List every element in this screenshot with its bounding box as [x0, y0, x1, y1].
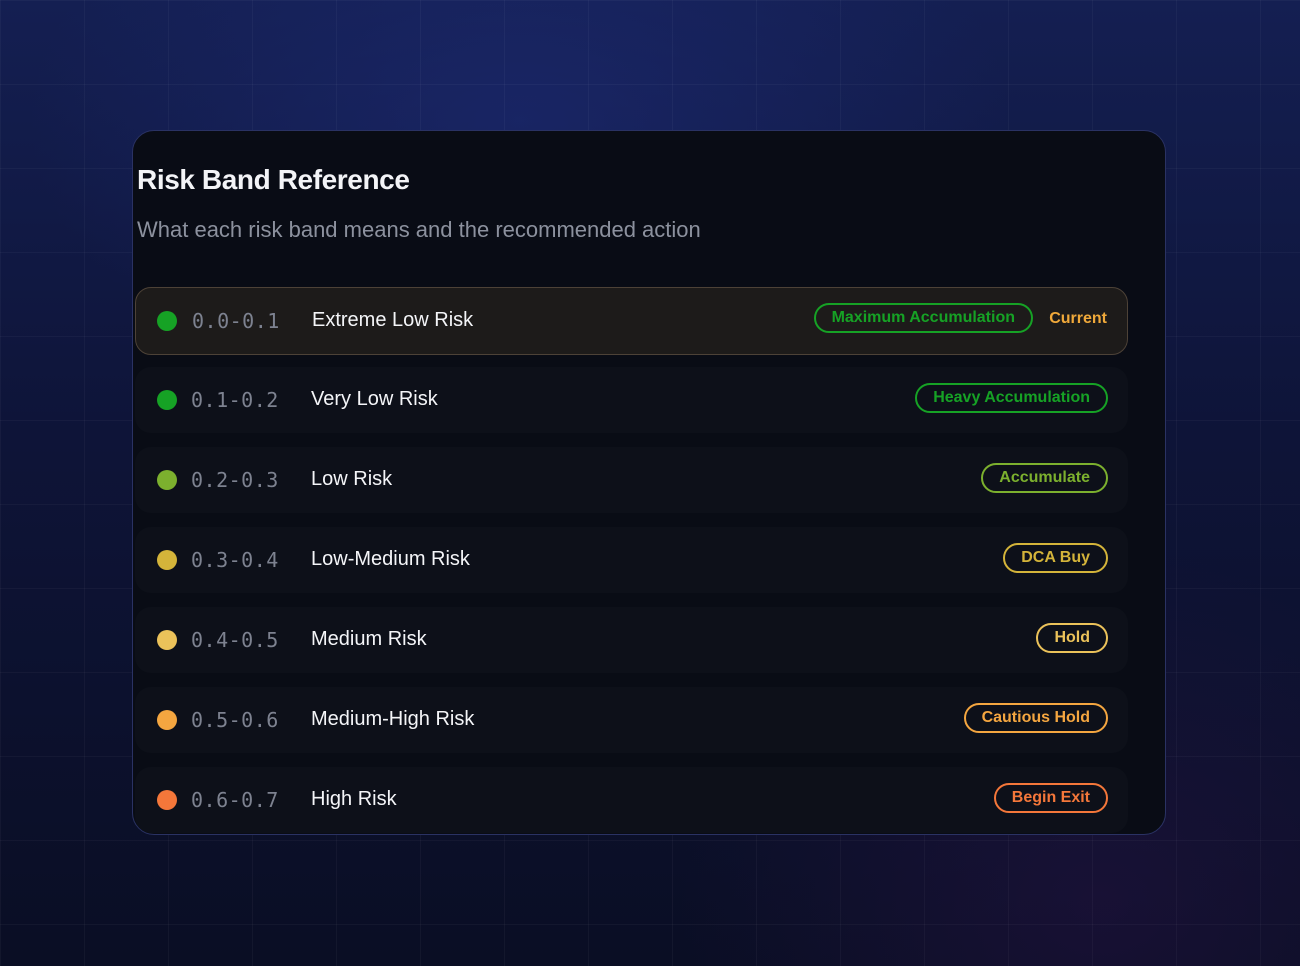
band-range: 0.6-0.7: [191, 788, 279, 812]
risk-band-row[interactable]: 0.5-0.6 Medium-High Risk Cautious Hold: [135, 687, 1128, 753]
band-name: High Risk: [311, 788, 397, 810]
status-dot-icon: [157, 311, 177, 331]
action-badge: Heavy Accumulation: [915, 383, 1108, 413]
status-dot-icon: [157, 790, 177, 810]
band-name: Medium Risk: [311, 628, 427, 650]
action-badge: Accumulate: [981, 463, 1108, 493]
action-badge: DCA Buy: [1003, 543, 1108, 573]
status-dot-icon: [157, 550, 177, 570]
status-dot-icon: [157, 630, 177, 650]
risk-band-list: 0.0-0.1 Extreme Low Risk Maximum Accumul…: [135, 287, 1128, 834]
risk-band-row[interactable]: 0.3-0.4 Low-Medium Risk DCA Buy: [135, 527, 1128, 593]
risk-band-row[interactable]: 0.4-0.5 Medium Risk Hold: [135, 607, 1128, 673]
card-title: Risk Band Reference: [137, 164, 410, 195]
card-subtitle: What each risk band means and the recomm…: [137, 217, 701, 242]
risk-band-row[interactable]: 0.0-0.1 Extreme Low Risk Maximum Accumul…: [135, 287, 1128, 355]
band-name: Low Risk: [311, 468, 393, 490]
action-badge: Hold: [1036, 623, 1108, 653]
band-range: 0.5-0.6: [191, 708, 279, 732]
risk-band-row[interactable]: 0.1-0.2 Very Low Risk Heavy Accumulation: [135, 367, 1128, 433]
band-range: 0.2-0.3: [191, 468, 279, 492]
risk-band-row[interactable]: 0.6-0.7 High Risk Begin Exit: [135, 767, 1128, 833]
band-range: 0.0-0.1: [192, 309, 280, 333]
band-name: Low-Medium Risk: [311, 548, 470, 570]
band-range: 0.3-0.4: [191, 548, 279, 572]
risk-band-row[interactable]: 0.2-0.3 Low Risk Accumulate: [135, 447, 1128, 513]
action-badge: Cautious Hold: [963, 703, 1108, 733]
band-range: 0.1-0.2: [191, 388, 279, 412]
status-dot-icon: [157, 470, 177, 490]
band-range: 0.4-0.5: [191, 628, 279, 652]
band-name: Medium-High Risk: [311, 708, 475, 730]
band-name: Extreme Low Risk: [312, 309, 474, 331]
band-name: Very Low Risk: [311, 388, 438, 410]
action-badge: Begin Exit: [993, 783, 1108, 813]
action-badge: Maximum Accumulation: [813, 303, 1033, 333]
risk-band-card: Risk Band Reference What each risk band …: [132, 130, 1166, 835]
status-dot-icon: [157, 710, 177, 730]
current-indicator: Current: [1049, 310, 1107, 327]
status-dot-icon: [157, 390, 177, 410]
